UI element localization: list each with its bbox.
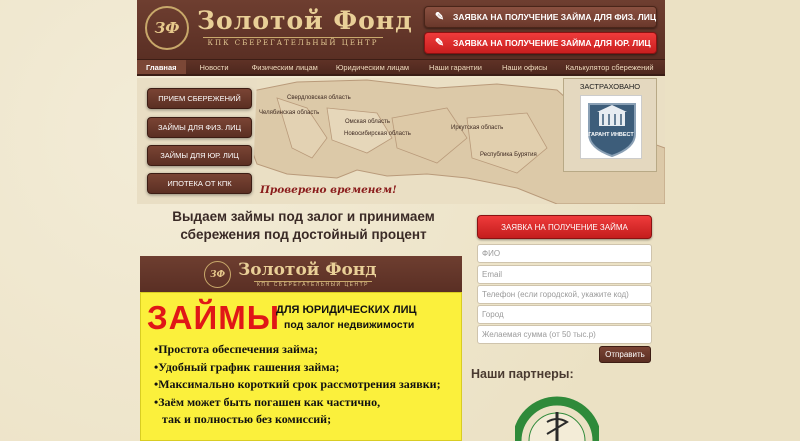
banner-subtitle: КПК СБЕРЕГАТЕЛЬНЫЙ ЦЕНТР: [254, 281, 372, 288]
apply-legal-button[interactable]: ✎ ЗАЯВКА НА ПОЛУЧЕНИЕ ЗАЙМА ДЛЯ ЮР. ЛИЦ: [424, 32, 657, 54]
nav-item-guarantees[interactable]: Наши гарантии: [418, 60, 493, 74]
savings-button[interactable]: ПРИЕМ СБЕРЕЖЕНИЙ: [147, 88, 252, 109]
loans-individual-button[interactable]: ЗАЙМЫ ДЛЯ ФИЗ. ЛИЦ: [147, 117, 252, 138]
slogan: Проверено временем!: [260, 184, 397, 196]
nav-item-calculator[interactable]: Калькулятор сбережений: [557, 60, 663, 74]
loan-form-title[interactable]: ЗАЯВКА НА ПОЛУЧЕНИЕ ЗАЙМА: [477, 215, 652, 239]
loans-collateral: под залог недвижимости: [284, 319, 415, 331]
benefit-item: •Простота обеспечения займа;: [154, 342, 318, 356]
nav-item-home[interactable]: Главная: [137, 60, 186, 74]
city-field[interactable]: Город: [477, 305, 652, 324]
loans-title: ЗАЙМЫ: [147, 299, 281, 336]
nav-item-legal-entities[interactable]: Юридическим лицам: [327, 60, 418, 74]
region-label[interactable]: Иркутская область: [451, 125, 503, 131]
benefits-list: •Простота обеспечения займа; •Удобный гр…: [154, 341, 441, 429]
promo-banner[interactable]: ЗФ Золотой Фонд КПК СБЕРЕГАТЕЛЬНЫЙ ЦЕНТР…: [140, 256, 462, 441]
partners-title: Наши партнеры:: [471, 367, 574, 381]
nav-item-news[interactable]: Новости: [186, 60, 243, 74]
loans-audience: ДЛЯ ЮРИДИЧЕСКИХ ЛИЦ: [276, 304, 417, 316]
apply-legal-label: ЗАЯВКА НА ПОЛУЧЕНИЕ ЗАЙМА ДЛЯ ЮР. ЛИЦ: [453, 38, 651, 48]
nav-item-offices[interactable]: Наши офисы: [493, 60, 557, 74]
site-title[interactable]: Золотой Фонд: [197, 6, 413, 35]
benefit-item: •Заём может быть погашен как частично,: [154, 394, 381, 409]
email-field[interactable]: Email: [477, 265, 652, 284]
pencil-icon: ✎: [434, 11, 445, 23]
benefit-item: •Удобный график гашения займа;: [154, 359, 340, 374]
site-header: ЗФ Золотой Фонд КПК СБЕРЕГАТЕЛЬНЫЙ ЦЕНТР…: [137, 0, 665, 60]
banner-emblem-icon: ЗФ: [204, 261, 231, 288]
banner-header: ЗФ Золотой Фонд КПК СБЕРЕГАТЕЛЬНЫЙ ЦЕНТР: [140, 256, 462, 292]
region-label[interactable]: Свердловская область: [287, 95, 351, 101]
amount-field[interactable]: Желаемая сумма (от 50 тыс.р): [477, 325, 652, 344]
loans-legal-button[interactable]: ЗАЙМЫ ДЛЯ ЮР. ЛИЦ: [147, 145, 252, 166]
submit-button[interactable]: Отправить: [599, 346, 651, 363]
banner-title: Золотой Фонд: [238, 260, 377, 280]
headline-line-2: сбережения под достойный процент: [180, 227, 427, 242]
banner-monogram: ЗФ: [209, 269, 226, 280]
benefit-item: •Максимально короткий срок рассмотрения …: [154, 377, 441, 391]
benefit-item: так и полностью без комиссий;: [162, 412, 332, 426]
logo-monogram: ЗФ: [154, 19, 180, 37]
nav-item-individuals[interactable]: Физическим лицам: [243, 60, 327, 74]
insurer-logo: ГАРАНТ ИНВЕСТ: [580, 95, 642, 159]
regions-map: Свердловская область Челябинская область…: [137, 78, 665, 204]
page-wrapper: ЗФ Золотой Фонд КПК СБЕРЕГАТЕЛЬНЫЙ ЦЕНТР…: [137, 0, 665, 441]
logo-emblem-icon[interactable]: ЗФ: [145, 6, 189, 50]
shield-icon: [588, 103, 636, 158]
pencil-icon: ✎: [434, 37, 445, 49]
partner-logo-icon[interactable]: [515, 392, 599, 441]
region-label[interactable]: Новосибирская область: [344, 131, 411, 137]
main-nav: Главная Новости Физическим лицам Юридиче…: [137, 60, 665, 76]
insurance-badge[interactable]: ЗАСТРАХОВАНО ГАРАНТ ИНВЕСТ: [563, 78, 657, 172]
mortgage-button[interactable]: ИПОТЕКА ОТ КПК: [147, 173, 252, 194]
insurer-name: ГАРАНТ ИНВЕСТ: [588, 132, 634, 138]
region-label[interactable]: Омская область: [345, 119, 390, 125]
apply-individual-label: ЗАЯВКА НА ПОЛУЧЕНИЕ ЗАЙМА ДЛЯ ФИЗ. ЛИЦ: [453, 12, 657, 22]
region-label[interactable]: Республика Бурятия: [480, 152, 537, 158]
main-headline: Выдаем займы под залог и принимаем сбере…: [137, 208, 470, 244]
apply-individual-button[interactable]: ✎ ЗАЯВКА НА ПОЛУЧЕНИЕ ЗАЙМА ДЛЯ ФИЗ. ЛИЦ: [424, 6, 657, 28]
banner-body: ЗАЙМЫ ДЛЯ ЮРИДИЧЕСКИХ ЛИЦ под залог недв…: [140, 292, 462, 441]
insured-label: ЗАСТРАХОВАНО: [579, 82, 641, 91]
site-subtitle: КПК СБЕРЕГАТЕЛЬНЫЙ ЦЕНТР: [203, 37, 383, 47]
headline-line-1: Выдаем займы под залог и принимаем: [172, 209, 435, 224]
phone-field[interactable]: Телефон (если городской, укажите код): [477, 285, 652, 304]
name-field[interactable]: ФИО: [477, 244, 652, 263]
region-label[interactable]: Челябинская область: [259, 110, 319, 116]
